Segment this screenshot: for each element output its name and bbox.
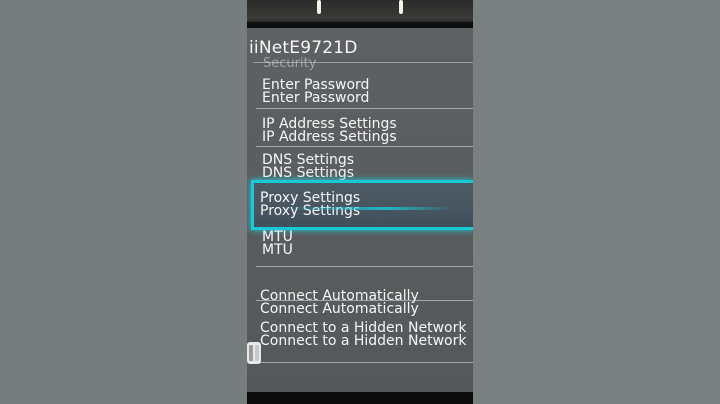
enter-password-label: Enter Password Enter Password bbox=[262, 77, 370, 106]
tv-bezel-bottom bbox=[247, 392, 473, 404]
proxy-settings-label: Proxy Settings Proxy Settings bbox=[260, 190, 361, 219]
connect-hidden-network-item[interactable]: Connect to a Hidden Network Connect to a… bbox=[256, 321, 473, 363]
right-pillarbox bbox=[473, 0, 720, 404]
tv-photo: iiNetE9721D Security Enter Password Ente… bbox=[247, 0, 473, 404]
connect-hidden-network-label: Connect to a Hidden Network Connect to a… bbox=[260, 320, 467, 349]
mtu-item[interactable]: MTU MTU bbox=[256, 230, 473, 267]
network-name-title: iiNetE9721D bbox=[249, 38, 358, 58]
dns-settings-label: DNS Settings DNS Settings bbox=[262, 152, 355, 181]
ip-address-settings-item[interactable]: IP Address Settings IP Address Settings bbox=[256, 112, 473, 147]
focus-highlight bbox=[284, 207, 454, 210]
left-pillarbox bbox=[0, 0, 247, 404]
security-label-faded: Security bbox=[263, 56, 317, 71]
connect-automatically-label: Connect Automatically Connect Automatica… bbox=[260, 288, 419, 317]
dns-settings-item[interactable]: DNS Settings DNS Settings bbox=[256, 150, 473, 181]
joycon-icon bbox=[247, 342, 261, 364]
ceiling-light-icon bbox=[317, 0, 321, 14]
enter-password-item[interactable]: Enter Password Enter Password bbox=[256, 74, 473, 109]
mtu-label: MTU MTU bbox=[262, 229, 293, 258]
tv-screen: iiNetE9721D Security Enter Password Ente… bbox=[247, 28, 473, 392]
proxy-settings-item[interactable]: Proxy Settings Proxy Settings bbox=[251, 180, 473, 230]
ceiling-light-icon bbox=[399, 0, 403, 14]
ip-address-settings-label: IP Address Settings IP Address Settings bbox=[262, 116, 397, 145]
